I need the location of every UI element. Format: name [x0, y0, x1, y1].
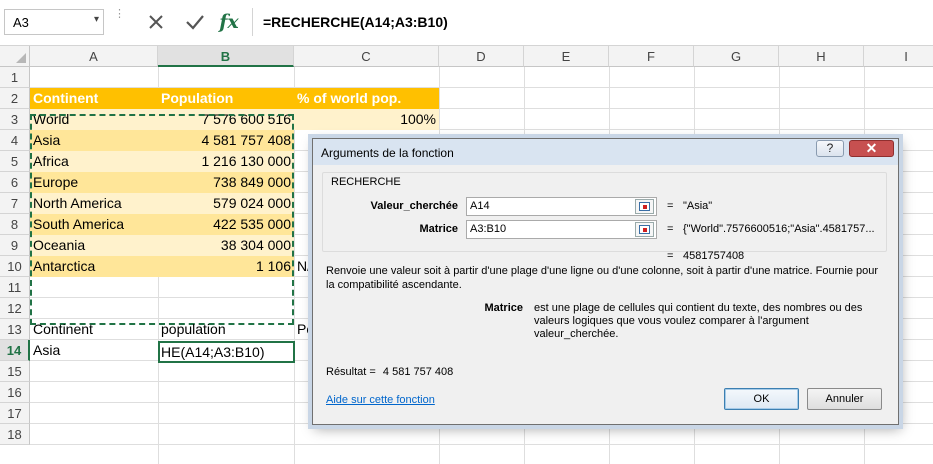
- table-cell-population[interactable]: 7 576 600 516: [158, 109, 294, 130]
- name-box-value: A3: [13, 15, 29, 30]
- table-header-continent[interactable]: Continent: [30, 88, 158, 109]
- active-cell-formula: HE(A14;A3:B10): [161, 344, 265, 360]
- table-cell-continent[interactable]: World: [30, 109, 158, 130]
- row-header-9[interactable]: 9: [0, 235, 30, 256]
- function-description: Renvoie une valeur soit à partir d'une p…: [326, 265, 879, 291]
- row-header-1[interactable]: 1: [0, 67, 30, 88]
- column-header-i[interactable]: I: [864, 46, 933, 67]
- table-cell-continent[interactable]: North America: [30, 193, 158, 214]
- lookup-label-population[interactable]: population: [158, 319, 294, 340]
- select-all-corner[interactable]: [0, 46, 30, 67]
- row-header-4[interactable]: 4: [0, 130, 30, 151]
- table-cell-population[interactable]: 579 024 000: [158, 193, 294, 214]
- table-cell-continent[interactable]: South America: [30, 214, 158, 235]
- arg-equals: =: [667, 223, 674, 235]
- lookup-label-continent[interactable]: Continent: [30, 319, 158, 340]
- formula-text: =RECHERCHE(A14;A3:B10): [263, 14, 448, 30]
- arg-input-matrice[interactable]: A3:B10: [466, 220, 657, 239]
- table-cell-percent[interactable]: 100%: [294, 109, 439, 130]
- table-cell-population[interactable]: 4 581 757 408: [158, 130, 294, 151]
- arg-label-valeur-cherchee: Valeur_cherchée: [370, 200, 458, 212]
- row-header-6[interactable]: 6: [0, 172, 30, 193]
- drag-handle-icon[interactable]: ⋮: [114, 9, 125, 34]
- row-header-16[interactable]: 16: [0, 382, 30, 403]
- result-equals: =: [667, 250, 674, 262]
- row-header-10[interactable]: 10: [0, 256, 30, 277]
- row-header-17[interactable]: 17: [0, 403, 30, 424]
- table-cell-continent[interactable]: Antarctica: [30, 256, 158, 277]
- table-cell-continent[interactable]: Asia: [30, 130, 158, 151]
- range-select-icon[interactable]: [635, 222, 654, 237]
- dialog-title: Arguments de la fonction: [321, 146, 454, 160]
- arg-value-matrice: {"World".7576600516;"Asia".4581757...: [683, 223, 875, 235]
- active-cell-b14[interactable]: HE(A14;A3:B10): [158, 341, 295, 363]
- lookup-value-continent[interactable]: Asia: [30, 340, 158, 361]
- table-cell-population[interactable]: 738 849 000: [158, 172, 294, 193]
- arg-label-matrice: Matrice: [419, 223, 458, 235]
- arg-description-name: Matrice: [484, 302, 523, 314]
- formula-result-value: 4 581 757 408: [382, 366, 454, 378]
- column-header-g[interactable]: G: [694, 46, 779, 67]
- chevron-down-icon[interactable]: ▾: [94, 14, 99, 25]
- table-cell-continent[interactable]: Africa: [30, 151, 158, 172]
- lookup-label-c13[interactable]: Po: [294, 319, 312, 340]
- gridline: [30, 444, 933, 445]
- help-button[interactable]: ?: [816, 140, 844, 157]
- arg-equals: =: [667, 200, 674, 212]
- range-select-icon[interactable]: [635, 199, 654, 214]
- row-header-11[interactable]: 11: [0, 277, 30, 298]
- function-result-value: 4581757408: [683, 250, 745, 262]
- table-cell-percent[interactable]: N/: [294, 256, 314, 277]
- ok-button[interactable]: OK: [724, 388, 799, 410]
- row-header-7[interactable]: 7: [0, 193, 30, 214]
- table-cell-population[interactable]: 1 216 130 000: [158, 151, 294, 172]
- table-cell-continent[interactable]: Europe: [30, 172, 158, 193]
- table-cell-continent[interactable]: Oceania: [30, 235, 158, 256]
- table-header-percent[interactable]: % of world pop.: [294, 88, 439, 109]
- column-header-f[interactable]: F: [609, 46, 694, 67]
- arg-description-text: est une plage de cellules qui contient d…: [534, 302, 863, 340]
- name-box[interactable]: A3 ▾: [4, 9, 104, 35]
- table-cell-population[interactable]: 422 535 000: [158, 214, 294, 235]
- table-cell-population[interactable]: 1 106: [158, 256, 294, 277]
- function-arguments-dialog: Arguments de la fonction ? ✕ RECHERCHE V…: [312, 138, 899, 425]
- row-header-2[interactable]: 2: [0, 88, 30, 109]
- row-header-3[interactable]: 3: [0, 109, 30, 130]
- formula-bar: A3 ▾ ⋮ fx =RECHERCHE(A14;A3:B10): [0, 0, 933, 46]
- row-header-15[interactable]: 15: [0, 361, 30, 382]
- row-header-13[interactable]: 13: [0, 319, 30, 340]
- column-header-a[interactable]: A: [30, 46, 158, 67]
- arg-value-valeur-cherchee: "Asia": [683, 200, 713, 212]
- cancel-button[interactable]: Annuler: [807, 388, 882, 410]
- insert-function-icon[interactable]: fx: [214, 8, 244, 36]
- function-name-label: RECHERCHE: [329, 176, 403, 188]
- formula-input[interactable]: =RECHERCHE(A14;A3:B10): [252, 8, 933, 36]
- column-header-d[interactable]: D: [439, 46, 524, 67]
- column-header-h[interactable]: H: [779, 46, 864, 67]
- cancel-icon[interactable]: [142, 8, 170, 36]
- column-header-e[interactable]: E: [524, 46, 609, 67]
- row-header-8[interactable]: 8: [0, 214, 30, 235]
- formula-result-label: Résultat =: [326, 366, 376, 378]
- row-header-12[interactable]: 12: [0, 298, 30, 319]
- help-link[interactable]: Aide sur cette fonction: [326, 394, 435, 406]
- column-header-c[interactable]: C: [294, 46, 439, 67]
- table-header-population[interactable]: Population: [158, 88, 294, 109]
- enter-icon[interactable]: [181, 8, 209, 36]
- table-cell-population[interactable]: 38 304 000: [158, 235, 294, 256]
- row-header-5[interactable]: 5: [0, 151, 30, 172]
- arg-input-valeur-cherchee[interactable]: A14: [466, 197, 657, 216]
- formula-result: Résultat = 4 581 757 408: [326, 366, 453, 378]
- dialog-titlebar[interactable]: Arguments de la fonction ? ✕: [313, 139, 898, 165]
- row-header-18[interactable]: 18: [0, 424, 30, 445]
- column-header-b[interactable]: B: [158, 46, 294, 67]
- row-header-14[interactable]: 14: [0, 340, 30, 361]
- close-button[interactable]: ✕: [849, 140, 894, 157]
